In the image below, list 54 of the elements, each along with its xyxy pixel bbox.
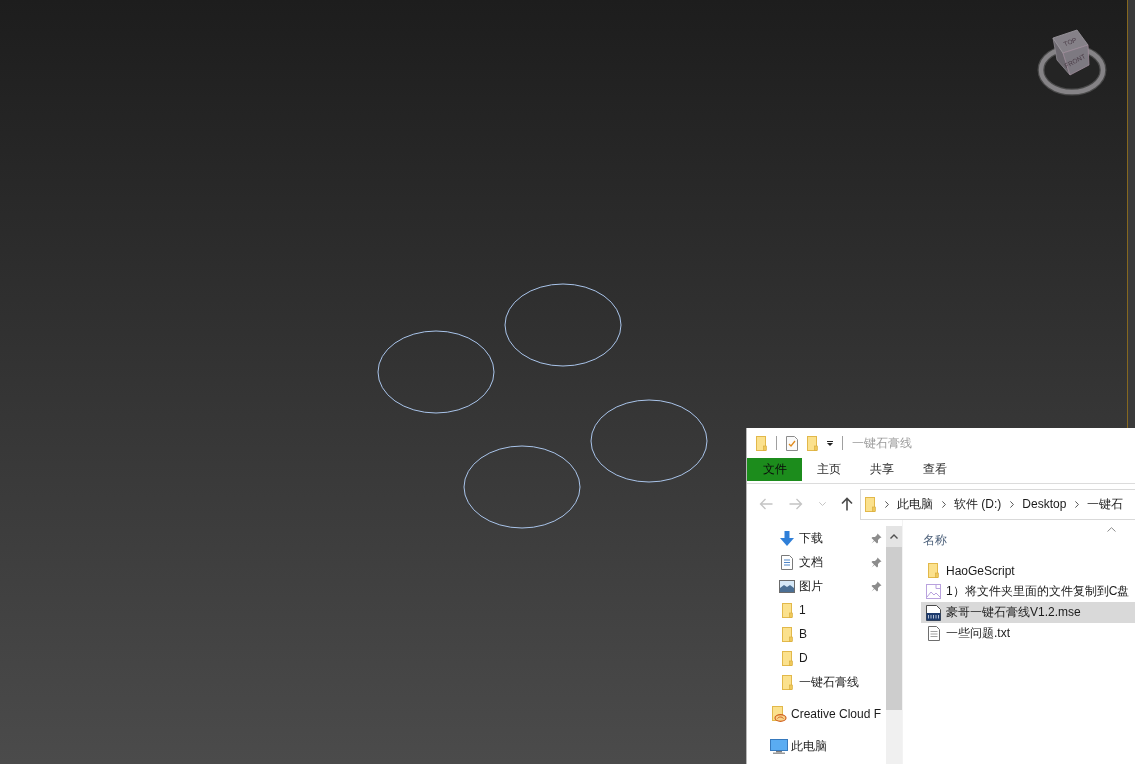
folder-icon [781, 650, 793, 666]
document-icon [781, 554, 793, 570]
picture-icon [779, 579, 795, 593]
chevron-right-icon[interactable] [885, 500, 889, 508]
pin-icon[interactable] [871, 580, 882, 592]
nav-item[interactable]: 图片 [747, 574, 886, 598]
nav-item[interactable]: 文档 [747, 550, 886, 574]
address-bar[interactable]: 此电脑 软件 (D:) Desktop 一键石 [860, 488, 1135, 520]
cloud-folder-icon [772, 706, 787, 722]
folder-icon [781, 626, 793, 642]
file-item[interactable]: 1）将文件夹里面的文件复制到C盘 [921, 581, 1135, 602]
image-file-icon [926, 584, 941, 599]
chevron-right-icon[interactable] [942, 500, 946, 508]
chevron-right-icon[interactable] [1075, 500, 1080, 508]
file-item[interactable]: 一些问题.txt [921, 623, 1135, 644]
window-title: 一键石膏线 [852, 434, 912, 452]
arrow-down-icon [780, 530, 794, 546]
file-item[interactable]: 豪哥一键石膏线V1.2.mse [921, 602, 1135, 623]
file-item[interactable]: HaoGeScript [921, 560, 1135, 581]
folder-icon[interactable] [807, 435, 818, 451]
caret-down-icon[interactable] [827, 440, 833, 446]
nav-item[interactable]: 此电脑 [747, 734, 886, 758]
text-file-icon [927, 626, 940, 641]
nav-item[interactable]: 一键石膏线 [747, 670, 886, 694]
folder-icon[interactable] [756, 435, 767, 451]
folder-icon [928, 563, 939, 578]
nav-item[interactable]: B [747, 622, 886, 646]
view-cube[interactable] [1037, 29, 1107, 96]
breadcrumb-item[interactable]: 一键石 [1087, 495, 1124, 513]
caret-up-icon[interactable] [1107, 527, 1116, 532]
folder-icon [781, 674, 793, 690]
arrow-up-icon[interactable] [841, 497, 853, 511]
nav-item[interactable]: D [747, 646, 886, 670]
breadcrumb-item[interactable]: Desktop [1022, 497, 1067, 511]
pin-icon[interactable] [871, 556, 882, 568]
breadcrumb-item[interactable]: 此电脑 [897, 495, 933, 513]
column-header[interactable]: 名称 [921, 531, 947, 549]
ribbon-tab[interactable]: 共享 [855, 458, 908, 481]
scrollbar[interactable] [886, 526, 902, 764]
monitor-icon [770, 738, 788, 754]
scrollbar-thumb[interactable] [886, 547, 902, 710]
breadcrumb-item[interactable]: 软件 (D:) [954, 495, 1002, 513]
script-file-icon [926, 604, 941, 621]
chevron-right-icon[interactable] [1010, 500, 1015, 508]
ribbon-tab[interactable]: 查看 [908, 458, 961, 481]
caret-up-icon[interactable] [890, 534, 898, 539]
ribbon-tab[interactable]: 主页 [802, 458, 855, 481]
nav-item[interactable]: 1 [747, 598, 886, 622]
pin-icon[interactable] [871, 532, 882, 544]
nav-item[interactable]: Creative Cloud F [747, 702, 886, 726]
folder-icon [865, 496, 876, 512]
document-check-icon[interactable] [786, 435, 798, 451]
folder-icon [781, 602, 793, 618]
nav-item[interactable]: 下载 [747, 526, 886, 550]
